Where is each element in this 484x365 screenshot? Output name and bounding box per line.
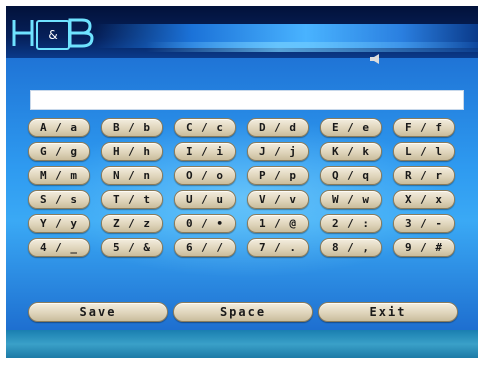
key[interactable]: P / p — [247, 166, 309, 185]
key[interactable]: F / f — [393, 118, 455, 137]
key[interactable]: A / a — [28, 118, 90, 137]
key[interactable]: L / l — [393, 142, 455, 161]
key[interactable]: W / w — [320, 190, 382, 209]
key[interactable]: R / r — [393, 166, 455, 185]
key[interactable]: X / x — [393, 190, 455, 209]
key[interactable]: M / m — [28, 166, 90, 185]
key[interactable]: U / u — [174, 190, 236, 209]
key[interactable]: T / t — [101, 190, 163, 209]
key[interactable]: 9 / # — [393, 238, 455, 257]
key[interactable]: O / o — [174, 166, 236, 185]
key[interactable]: E / e — [320, 118, 382, 137]
key[interactable]: K / k — [320, 142, 382, 161]
key[interactable]: Z / z — [101, 214, 163, 233]
exit-button[interactable]: Exit — [318, 302, 458, 322]
logo-ampersand: & — [36, 20, 70, 50]
key[interactable]: 4 / _ — [28, 238, 90, 257]
text-input[interactable] — [30, 90, 464, 110]
key[interactable]: Q / q — [320, 166, 382, 185]
space-button[interactable]: Space — [173, 302, 313, 322]
key[interactable]: 2 / : — [320, 214, 382, 233]
key[interactable]: S / s — [28, 190, 90, 209]
key[interactable]: V / v — [247, 190, 309, 209]
speaker-icon — [370, 54, 379, 64]
key[interactable]: G / g — [28, 142, 90, 161]
key[interactable]: H / h — [101, 142, 163, 161]
key[interactable]: I / i — [174, 142, 236, 161]
key[interactable]: C / c — [174, 118, 236, 137]
key[interactable]: J / j — [247, 142, 309, 161]
key[interactable]: 3 / - — [393, 214, 455, 233]
key[interactable]: 8 / , — [320, 238, 382, 257]
key[interactable]: 1 / @ — [247, 214, 309, 233]
key[interactable]: 7 / . — [247, 238, 309, 257]
key[interactable]: 5 / & — [101, 238, 163, 257]
key[interactable]: 0 / • — [174, 214, 236, 233]
header-bar: & — [6, 6, 478, 58]
key[interactable]: Y / y — [28, 214, 90, 233]
key[interactable]: N / n — [101, 166, 163, 185]
footer-bar — [6, 330, 478, 358]
key[interactable]: D / d — [247, 118, 309, 137]
save-button[interactable]: Save — [28, 302, 168, 322]
key[interactable]: B / b — [101, 118, 163, 137]
key[interactable]: 6 / / — [174, 238, 236, 257]
keyboard-screen: & Save Space Exit A / a B / b C / c D / d E … — [6, 6, 478, 358]
